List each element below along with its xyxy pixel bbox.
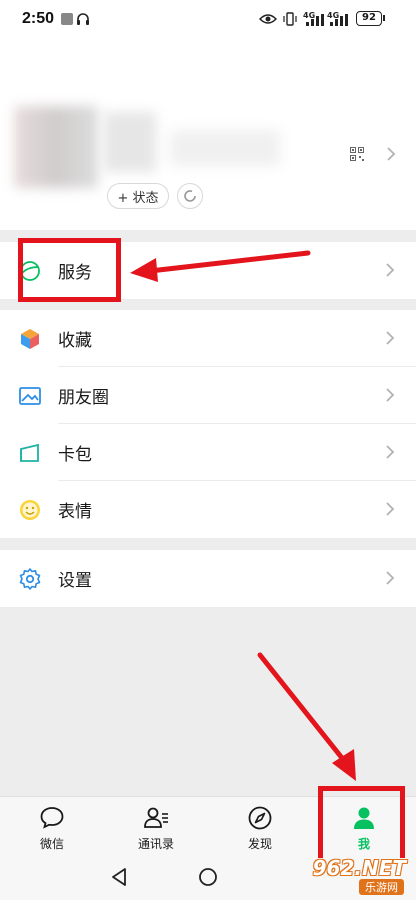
menu-item-favorites[interactable]: 收藏 (0, 310, 416, 367)
menu-label-settings: 设置 (58, 571, 92, 591)
status-bar: 2:50 4G 4G 92 (0, 0, 416, 40)
chevron-right-icon (386, 388, 395, 402)
headphones-icon (77, 13, 89, 25)
menu-item-cards[interactable]: 卡包 (0, 424, 416, 481)
vibrate-icon (283, 12, 297, 26)
chevron-right-icon (386, 571, 395, 585)
compass-icon (248, 806, 272, 830)
notification-icon (61, 13, 73, 25)
annotation-box-services (18, 238, 121, 302)
contacts-icon (144, 807, 168, 828)
image-icon (19, 387, 41, 405)
annotation-arrow-services (130, 250, 311, 282)
cube-icon (21, 329, 39, 349)
refresh-status-button[interactable] (177, 183, 203, 209)
profile-id (170, 130, 280, 166)
menu-label-favorites: 收藏 (58, 331, 92, 351)
tab-label-contacts: 通讯录 (137, 837, 174, 851)
gear-icon (19, 568, 41, 590)
status-time: 2:50 (22, 10, 55, 27)
profile-name (104, 112, 156, 172)
chevron-right-icon (386, 445, 395, 459)
battery-tip (383, 15, 385, 21)
menu-item-stickers[interactable]: 表情 (0, 481, 416, 538)
qr-code-icon[interactable] (350, 147, 364, 161)
signal-bars-icon (306, 14, 324, 26)
battery-icon: 92 (356, 11, 382, 26)
menu-item-moments[interactable]: 朋友圈 (0, 367, 416, 424)
tab-label-chats: 微信 (39, 837, 64, 851)
menu-label-moments: 朋友圈 (58, 388, 109, 408)
watermark-logo: 962.NET 乐游网 (298, 856, 410, 896)
chevron-right-icon (386, 502, 395, 516)
tab-chats[interactable]: 微信 (0, 797, 104, 859)
menu-label-cards: 卡包 (58, 445, 92, 465)
watermark-sub: 乐游网 (359, 879, 404, 895)
chevron-right-icon (386, 263, 395, 277)
home-icon[interactable] (198, 867, 218, 887)
add-status-button[interactable]: + 状态 (107, 183, 169, 209)
profile-chevron-icon (387, 147, 396, 161)
annotation-arrow-me (257, 652, 356, 781)
menu-label-stickers: 表情 (58, 502, 92, 522)
wallet-icon (20, 443, 39, 462)
back-icon[interactable] (110, 867, 128, 887)
smiley-icon (20, 500, 40, 520)
watermark-brand: 962.NET (312, 856, 406, 880)
battery-level: 92 (362, 12, 376, 23)
menu-item-settings[interactable]: 设置 (0, 550, 416, 607)
eye-icon (259, 14, 277, 24)
avatar[interactable] (14, 106, 98, 188)
signal-bars-icon-2 (330, 14, 348, 26)
tab-discover[interactable]: 发现 (208, 797, 312, 859)
tab-label-discover: 发现 (247, 837, 272, 851)
profile-header[interactable] (0, 40, 416, 230)
chevron-right-icon (386, 331, 395, 345)
chat-bubble-icon (40, 807, 64, 829)
refresh-icon (184, 190, 196, 202)
tab-contacts[interactable]: 通讯录 (104, 797, 208, 859)
